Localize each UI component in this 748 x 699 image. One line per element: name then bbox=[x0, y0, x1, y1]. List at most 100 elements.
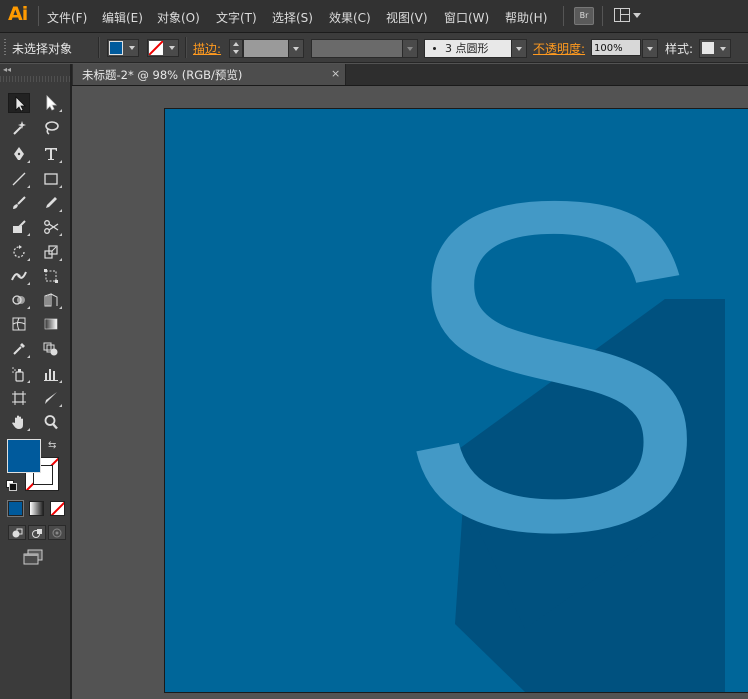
scale-tool[interactable] bbox=[40, 242, 62, 262]
control-bar: 未选择对象 描边: 3 点圆形 不透明度: 100% 样式: bbox=[0, 33, 748, 63]
gradient-mode-button[interactable] bbox=[29, 501, 44, 516]
line-tool[interactable] bbox=[8, 169, 30, 189]
opacity-dropdown-button[interactable] bbox=[642, 39, 658, 58]
draw-normal-icon bbox=[12, 528, 23, 538]
line-icon bbox=[12, 172, 26, 186]
screen-mode-icon bbox=[23, 549, 43, 565]
pencil-tool[interactable] bbox=[40, 193, 62, 213]
pen-tool[interactable] bbox=[8, 144, 30, 164]
rectangle-tool[interactable] bbox=[40, 169, 62, 189]
shape-builder-icon bbox=[12, 295, 25, 305]
stroke-weight-stepper[interactable] bbox=[229, 39, 243, 58]
menu-type[interactable]: 文字(T) bbox=[216, 9, 257, 26]
shape-builder-tool[interactable] bbox=[8, 290, 30, 310]
flyout-indicator bbox=[27, 380, 30, 383]
chevron-down-icon bbox=[516, 47, 522, 51]
opacity-panel-link[interactable]: 不透明度: bbox=[533, 40, 585, 57]
width-tool[interactable] bbox=[8, 266, 30, 286]
draw-behind-button[interactable] bbox=[28, 525, 46, 540]
default-fill-stroke-icon[interactable] bbox=[6, 480, 17, 491]
type-tool[interactable] bbox=[40, 144, 62, 164]
artboard[interactable]: S bbox=[164, 108, 748, 693]
free-transform-tool[interactable] bbox=[40, 266, 62, 286]
close-icon[interactable]: × bbox=[331, 67, 340, 80]
control-separator bbox=[185, 37, 187, 58]
gradient-tool[interactable] bbox=[40, 314, 62, 334]
menu-object[interactable]: 对象(O) bbox=[157, 9, 200, 26]
brush-definition-dropdown[interactable]: 3 点圆形 bbox=[424, 39, 512, 58]
lasso-icon bbox=[45, 121, 59, 135]
paintbrush-tool[interactable] bbox=[8, 193, 30, 213]
fill-color-dropdown[interactable] bbox=[107, 39, 139, 57]
artboard-tool[interactable] bbox=[8, 388, 30, 408]
screen-mode-button[interactable] bbox=[22, 549, 46, 567]
arrange-documents-button[interactable] bbox=[614, 8, 642, 24]
zoom-tool[interactable] bbox=[40, 412, 62, 432]
direct-selection-tool[interactable] bbox=[40, 93, 62, 113]
flyout-indicator bbox=[59, 109, 62, 112]
scale-icon bbox=[44, 245, 58, 259]
pencil-icon bbox=[46, 197, 57, 208]
symbol-sprayer-tool[interactable] bbox=[8, 364, 30, 384]
bridge-button[interactable]: Br bbox=[574, 7, 594, 25]
chevron-down-icon bbox=[633, 13, 641, 18]
grip-handle[interactable] bbox=[4, 39, 6, 56]
graphic-style-dropdown[interactable] bbox=[699, 39, 731, 58]
swap-fill-stroke-icon[interactable]: ⇆ bbox=[48, 440, 56, 451]
rotate-tool[interactable] bbox=[8, 242, 30, 262]
scissors-tool[interactable] bbox=[40, 217, 62, 237]
menu-view[interactable]: 视图(V) bbox=[386, 9, 428, 26]
blend-tool[interactable] bbox=[40, 339, 62, 359]
flyout-indicator bbox=[59, 185, 62, 188]
canvas-area[interactable]: S bbox=[72, 86, 748, 699]
blob-brush-tool[interactable] bbox=[8, 217, 30, 237]
menu-window[interactable]: 窗口(W) bbox=[444, 9, 489, 26]
chevron-down-icon bbox=[647, 47, 653, 51]
flyout-indicator bbox=[59, 306, 62, 309]
menu-help[interactable]: 帮助(H) bbox=[505, 9, 547, 26]
draw-normal-button[interactable] bbox=[8, 525, 26, 540]
selection-tool[interactable] bbox=[8, 93, 30, 113]
menu-effect[interactable]: 效果(C) bbox=[329, 9, 371, 26]
zoom-icon bbox=[44, 415, 58, 430]
stroke-color-dropdown[interactable] bbox=[147, 39, 179, 57]
flyout-indicator bbox=[27, 355, 30, 358]
slice-tool[interactable] bbox=[40, 388, 62, 408]
draw-inside-button[interactable] bbox=[48, 525, 66, 540]
magic-wand-icon bbox=[13, 121, 26, 135]
color-mode-button[interactable] bbox=[7, 500, 24, 517]
fill-color-box[interactable] bbox=[7, 439, 41, 473]
chevron-down-icon bbox=[407, 47, 413, 51]
none-mode-button[interactable] bbox=[50, 501, 65, 516]
menu-file[interactable]: 文件(F) bbox=[47, 9, 87, 26]
hand-icon bbox=[12, 415, 23, 429]
eyedropper-tool[interactable] bbox=[8, 339, 30, 359]
chevron-down-icon bbox=[293, 47, 299, 51]
opacity-input[interactable]: 100% bbox=[591, 39, 641, 56]
column-graph-tool[interactable] bbox=[40, 364, 62, 384]
artwork-letter[interactable]: S bbox=[395, 132, 715, 602]
chevron-down-icon bbox=[233, 50, 239, 54]
collapse-panel-icon[interactable]: ◂◂ bbox=[3, 65, 11, 74]
menu-edit[interactable]: 编辑(E) bbox=[102, 9, 143, 26]
variable-width-dropdown-button[interactable] bbox=[402, 39, 418, 58]
flyout-indicator bbox=[59, 404, 62, 407]
brush-dropdown-button[interactable] bbox=[511, 39, 527, 58]
perspective-grid-tool[interactable] bbox=[40, 290, 62, 310]
document-tab[interactable]: 未标题-2* @ 98% (RGB/预览) × bbox=[73, 64, 346, 85]
lasso-tool[interactable] bbox=[40, 118, 62, 138]
tools-panel-grip[interactable] bbox=[0, 76, 70, 82]
mesh-tool[interactable] bbox=[8, 314, 30, 334]
flyout-indicator bbox=[59, 209, 62, 212]
variable-width-profile-dropdown[interactable] bbox=[311, 39, 403, 58]
stroke-panel-link[interactable]: 描边: bbox=[193, 40, 221, 57]
stroke-weight-input[interactable] bbox=[243, 39, 289, 58]
free-transform-icon bbox=[44, 269, 58, 283]
menu-separator bbox=[38, 6, 39, 26]
white-arrow-icon bbox=[46, 95, 57, 111]
stroke-weight-dropdown[interactable] bbox=[288, 39, 304, 58]
menu-select[interactable]: 选择(S) bbox=[272, 9, 313, 26]
magic-wand-tool[interactable] bbox=[8, 118, 30, 138]
hand-tool[interactable] bbox=[8, 412, 30, 432]
chevron-down-icon bbox=[169, 46, 175, 50]
